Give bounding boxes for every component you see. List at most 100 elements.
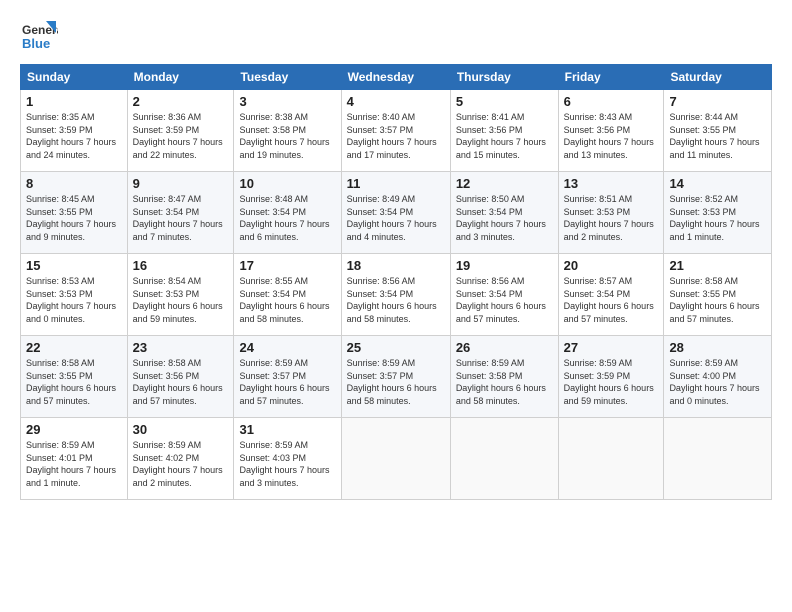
day-info: Sunrise: 8:50 AM Sunset: 3:54 PM Dayligh… [456, 193, 553, 243]
day-number: 18 [347, 258, 445, 273]
calendar-day-header: Wednesday [341, 65, 450, 90]
day-info: Sunrise: 8:48 AM Sunset: 3:54 PM Dayligh… [239, 193, 335, 243]
calendar-week-row: 1 Sunrise: 8:35 AM Sunset: 3:59 PM Dayli… [21, 90, 772, 172]
calendar-day-header: Tuesday [234, 65, 341, 90]
logo: General Blue [20, 18, 58, 56]
day-info: Sunrise: 8:47 AM Sunset: 3:54 PM Dayligh… [133, 193, 229, 243]
day-number: 8 [26, 176, 122, 191]
day-number: 19 [456, 258, 553, 273]
calendar-day-cell: 4 Sunrise: 8:40 AM Sunset: 3:57 PM Dayli… [341, 90, 450, 172]
calendar-day-cell: 31 Sunrise: 8:59 AM Sunset: 4:03 PM Dayl… [234, 418, 341, 500]
day-info: Sunrise: 8:51 AM Sunset: 3:53 PM Dayligh… [564, 193, 659, 243]
day-number: 2 [133, 94, 229, 109]
day-number: 22 [26, 340, 122, 355]
day-number: 4 [347, 94, 445, 109]
calendar-day-cell: 28 Sunrise: 8:59 AM Sunset: 4:00 PM Dayl… [664, 336, 772, 418]
day-number: 7 [669, 94, 766, 109]
calendar-day-cell: 14 Sunrise: 8:52 AM Sunset: 3:53 PM Dayl… [664, 172, 772, 254]
day-number: 21 [669, 258, 766, 273]
calendar-day-cell [341, 418, 450, 500]
day-number: 27 [564, 340, 659, 355]
day-number: 15 [26, 258, 122, 273]
day-info: Sunrise: 8:43 AM Sunset: 3:56 PM Dayligh… [564, 111, 659, 161]
calendar-day-cell: 9 Sunrise: 8:47 AM Sunset: 3:54 PM Dayli… [127, 172, 234, 254]
calendar-day-cell: 8 Sunrise: 8:45 AM Sunset: 3:55 PM Dayli… [21, 172, 128, 254]
day-number: 26 [456, 340, 553, 355]
day-info: Sunrise: 8:35 AM Sunset: 3:59 PM Dayligh… [26, 111, 122, 161]
calendar-day-cell: 19 Sunrise: 8:56 AM Sunset: 3:54 PM Dayl… [450, 254, 558, 336]
calendar-day-cell: 5 Sunrise: 8:41 AM Sunset: 3:56 PM Dayli… [450, 90, 558, 172]
day-number: 24 [239, 340, 335, 355]
calendar-day-cell: 7 Sunrise: 8:44 AM Sunset: 3:55 PM Dayli… [664, 90, 772, 172]
calendar-day-cell: 26 Sunrise: 8:59 AM Sunset: 3:58 PM Dayl… [450, 336, 558, 418]
day-number: 20 [564, 258, 659, 273]
day-info: Sunrise: 8:54 AM Sunset: 3:53 PM Dayligh… [133, 275, 229, 325]
day-info: Sunrise: 8:59 AM Sunset: 4:03 PM Dayligh… [239, 439, 335, 489]
day-info: Sunrise: 8:49 AM Sunset: 3:54 PM Dayligh… [347, 193, 445, 243]
page: General Blue SundayMondayTuesdayWednesda… [0, 0, 792, 612]
calendar-day-cell: 6 Sunrise: 8:43 AM Sunset: 3:56 PM Dayli… [558, 90, 664, 172]
calendar-day-cell: 11 Sunrise: 8:49 AM Sunset: 3:54 PM Dayl… [341, 172, 450, 254]
calendar-week-row: 29 Sunrise: 8:59 AM Sunset: 4:01 PM Dayl… [21, 418, 772, 500]
calendar-day-cell: 16 Sunrise: 8:54 AM Sunset: 3:53 PM Dayl… [127, 254, 234, 336]
day-number: 29 [26, 422, 122, 437]
calendar-week-row: 15 Sunrise: 8:53 AM Sunset: 3:53 PM Dayl… [21, 254, 772, 336]
day-info: Sunrise: 8:59 AM Sunset: 4:00 PM Dayligh… [669, 357, 766, 407]
calendar-day-cell: 18 Sunrise: 8:56 AM Sunset: 3:54 PM Dayl… [341, 254, 450, 336]
svg-text:Blue: Blue [22, 36, 50, 51]
calendar-day-cell: 12 Sunrise: 8:50 AM Sunset: 3:54 PM Dayl… [450, 172, 558, 254]
day-info: Sunrise: 8:45 AM Sunset: 3:55 PM Dayligh… [26, 193, 122, 243]
calendar-day-header: Monday [127, 65, 234, 90]
header: General Blue [20, 18, 772, 56]
calendar-day-cell: 22 Sunrise: 8:58 AM Sunset: 3:55 PM Dayl… [21, 336, 128, 418]
day-number: 31 [239, 422, 335, 437]
day-info: Sunrise: 8:56 AM Sunset: 3:54 PM Dayligh… [347, 275, 445, 325]
day-number: 12 [456, 176, 553, 191]
calendar-day-cell: 27 Sunrise: 8:59 AM Sunset: 3:59 PM Dayl… [558, 336, 664, 418]
calendar-day-cell [450, 418, 558, 500]
day-number: 9 [133, 176, 229, 191]
day-number: 17 [239, 258, 335, 273]
day-number: 1 [26, 94, 122, 109]
calendar-day-cell: 10 Sunrise: 8:48 AM Sunset: 3:54 PM Dayl… [234, 172, 341, 254]
day-number: 5 [456, 94, 553, 109]
day-number: 11 [347, 176, 445, 191]
calendar-day-cell: 30 Sunrise: 8:59 AM Sunset: 4:02 PM Dayl… [127, 418, 234, 500]
day-info: Sunrise: 8:53 AM Sunset: 3:53 PM Dayligh… [26, 275, 122, 325]
day-number: 6 [564, 94, 659, 109]
day-number: 23 [133, 340, 229, 355]
calendar-day-header: Sunday [21, 65, 128, 90]
calendar-header-row: SundayMondayTuesdayWednesdayThursdayFrid… [21, 65, 772, 90]
day-number: 25 [347, 340, 445, 355]
calendar-day-cell [558, 418, 664, 500]
day-info: Sunrise: 8:59 AM Sunset: 3:58 PM Dayligh… [456, 357, 553, 407]
logo-svg: General Blue [20, 18, 58, 56]
day-number: 14 [669, 176, 766, 191]
day-number: 13 [564, 176, 659, 191]
day-info: Sunrise: 8:52 AM Sunset: 3:53 PM Dayligh… [669, 193, 766, 243]
calendar-day-cell: 23 Sunrise: 8:58 AM Sunset: 3:56 PM Dayl… [127, 336, 234, 418]
calendar-day-cell: 17 Sunrise: 8:55 AM Sunset: 3:54 PM Dayl… [234, 254, 341, 336]
day-number: 28 [669, 340, 766, 355]
calendar-day-cell: 24 Sunrise: 8:59 AM Sunset: 3:57 PM Dayl… [234, 336, 341, 418]
day-info: Sunrise: 8:44 AM Sunset: 3:55 PM Dayligh… [669, 111, 766, 161]
day-info: Sunrise: 8:59 AM Sunset: 3:57 PM Dayligh… [239, 357, 335, 407]
day-info: Sunrise: 8:58 AM Sunset: 3:55 PM Dayligh… [26, 357, 122, 407]
calendar-day-header: Friday [558, 65, 664, 90]
day-info: Sunrise: 8:36 AM Sunset: 3:59 PM Dayligh… [133, 111, 229, 161]
calendar-day-cell: 21 Sunrise: 8:58 AM Sunset: 3:55 PM Dayl… [664, 254, 772, 336]
calendar-day-cell [664, 418, 772, 500]
day-number: 3 [239, 94, 335, 109]
day-number: 10 [239, 176, 335, 191]
day-number: 30 [133, 422, 229, 437]
day-info: Sunrise: 8:57 AM Sunset: 3:54 PM Dayligh… [564, 275, 659, 325]
calendar-day-cell: 2 Sunrise: 8:36 AM Sunset: 3:59 PM Dayli… [127, 90, 234, 172]
day-info: Sunrise: 8:56 AM Sunset: 3:54 PM Dayligh… [456, 275, 553, 325]
calendar-day-cell: 20 Sunrise: 8:57 AM Sunset: 3:54 PM Dayl… [558, 254, 664, 336]
calendar-day-cell: 25 Sunrise: 8:59 AM Sunset: 3:57 PM Dayl… [341, 336, 450, 418]
calendar-table: SundayMondayTuesdayWednesdayThursdayFrid… [20, 64, 772, 500]
day-info: Sunrise: 8:41 AM Sunset: 3:56 PM Dayligh… [456, 111, 553, 161]
day-info: Sunrise: 8:59 AM Sunset: 4:01 PM Dayligh… [26, 439, 122, 489]
calendar-day-cell: 1 Sunrise: 8:35 AM Sunset: 3:59 PM Dayli… [21, 90, 128, 172]
calendar-day-cell: 29 Sunrise: 8:59 AM Sunset: 4:01 PM Dayl… [21, 418, 128, 500]
